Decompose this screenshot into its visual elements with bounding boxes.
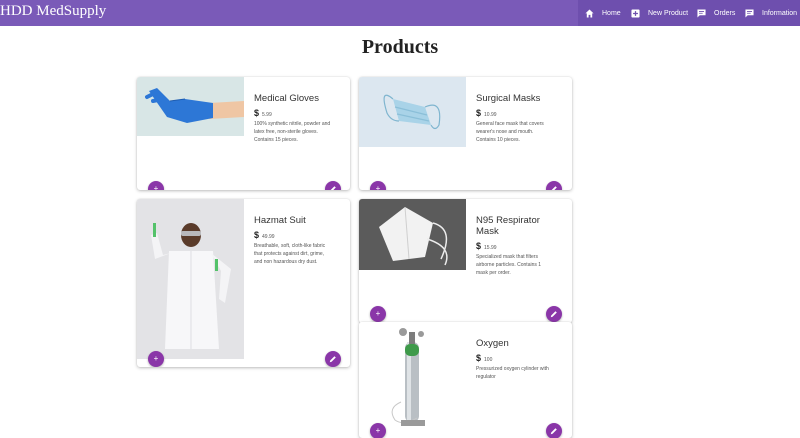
edit-product-button[interactable]: [325, 351, 341, 367]
product-card-oxygen: Oxygen $ 100 Pressurized oxygen cylinder…: [359, 322, 572, 438]
dollar-icon: $: [254, 230, 260, 240]
product-card-n95-mask: N95 Respirator Mask $ 15.99 Specialized …: [359, 199, 572, 323]
nav-orders-label: Orders: [714, 9, 736, 17]
add-to-cart-button[interactable]: +: [370, 181, 386, 190]
product-image-medical-gloves: [137, 77, 244, 136]
nav-new-product[interactable]: New Product: [631, 0, 688, 26]
edit-icon: [550, 311, 557, 318]
edit-product-button[interactable]: [325, 181, 341, 190]
product-description: Specialized mask that filters airborne p…: [476, 254, 542, 277]
product-description: 100% synthetic nitrile, powder and latex…: [254, 121, 331, 144]
nav-information-label: Information: [762, 9, 798, 17]
edit-icon: [550, 428, 557, 435]
add-to-cart-button[interactable]: +: [148, 351, 164, 367]
product-image-hazmat-suit: [137, 199, 244, 359]
product-description: Pressurized oxygen cylinder with regulat…: [476, 366, 549, 381]
product-image-n95-mask: [359, 199, 466, 270]
edit-icon: [329, 356, 336, 363]
product-card-hazmat-suit: Hazmat Suit $ 49.99 Breathable, soft, cl…: [137, 199, 350, 367]
product-name: Surgical Masks: [476, 93, 541, 104]
page-title: Products: [361, 36, 439, 58]
add-to-cart-button[interactable]: +: [148, 181, 164, 190]
edit-icon: [551, 186, 557, 190]
product-image-oxygen: [359, 322, 466, 432]
chat-icon: [745, 8, 754, 18]
product-name: Medical Gloves: [254, 93, 319, 104]
top-nav-bar: HDD MedSupply Home New Product Orders In…: [0, 0, 800, 26]
nav-home-label: Home: [602, 9, 621, 17]
dollar-icon: $: [476, 241, 482, 251]
add-icon: +: [375, 309, 381, 318]
product-name: Hazmat Suit: [254, 215, 306, 226]
brand-title[interactable]: HDD MedSupply: [0, 3, 106, 20]
edit-icon: [330, 186, 336, 190]
product-price: 100: [484, 356, 493, 363]
add-icon: +: [153, 184, 159, 191]
product-image-surgical-masks: [359, 77, 466, 147]
product-name: N95 Respirator Mask: [476, 215, 540, 237]
edit-product-button[interactable]: [546, 423, 562, 438]
add-to-cart-button[interactable]: +: [370, 306, 386, 322]
product-card-medical-gloves: Medical Gloves $ 5.99 100% synthetic nit…: [137, 77, 350, 190]
dollar-icon: $: [476, 353, 482, 363]
add-to-cart-button[interactable]: +: [370, 423, 386, 438]
product-price: 10.99: [484, 111, 497, 118]
chat-icon: [697, 8, 706, 18]
nav-information[interactable]: Information: [745, 0, 797, 26]
product-card-surgical-masks: Surgical Masks $ 10.99 General face mask…: [359, 77, 572, 190]
add-icon: +: [153, 354, 159, 363]
nav-home[interactable]: Home: [585, 0, 621, 26]
edit-product-button[interactable]: [546, 181, 562, 190]
add-box-icon: [631, 8, 640, 18]
product-price: 49.99: [262, 233, 275, 240]
nav-orders[interactable]: Orders: [697, 0, 735, 26]
add-icon: +: [375, 426, 381, 435]
add-icon: +: [375, 184, 381, 191]
home-icon: [585, 8, 594, 18]
product-name: Oxygen: [476, 338, 509, 349]
product-description: Breathable, soft, cloth-like fabric that…: [254, 243, 326, 266]
product-description: General face mask that covers wearer's n…: [476, 121, 544, 144]
dollar-icon: $: [254, 108, 260, 118]
product-price: 15.99: [484, 244, 497, 251]
edit-product-button[interactable]: [546, 306, 562, 322]
dollar-icon: $: [476, 108, 482, 118]
product-price: 5.99: [262, 111, 272, 118]
nav-new-product-label: New Product: [648, 9, 689, 17]
